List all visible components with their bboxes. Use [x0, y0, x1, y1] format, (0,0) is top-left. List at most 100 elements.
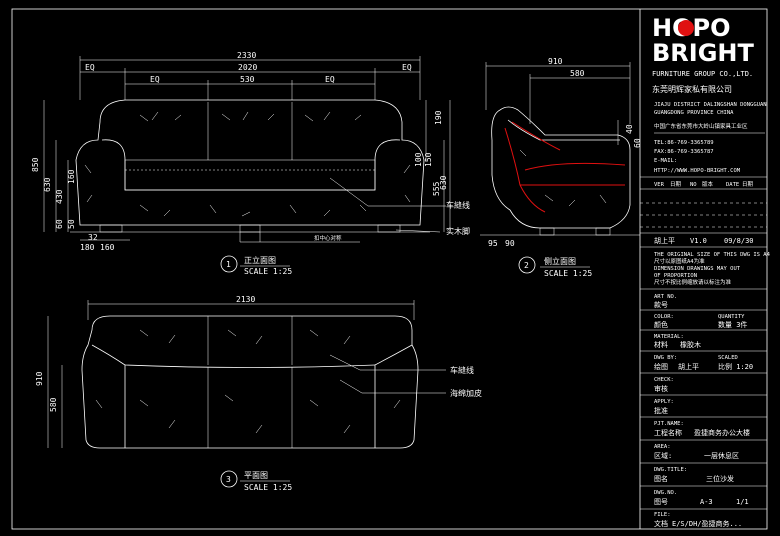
front-elevation-view: 2330 EQ 2020 EQ EQ 530 EQ 850 630 430 16…: [31, 51, 470, 276]
front-seat-cushion: [124, 159, 376, 191]
dim-front-h60: 60: [55, 219, 64, 229]
company-name-cn: 东莞明辉家私有限公司: [652, 84, 732, 94]
company-info: JIAJU DISTRICT DALINGSHAN DONGGUAN GUANG…: [654, 102, 767, 174]
area-name: 一层休息区: [704, 451, 739, 460]
rev-ver: VER: [654, 182, 665, 188]
dim-side-h60: 60: [633, 138, 642, 148]
company-logo: HOPO BRIGHT FURNITURE GROUP CO.,LTD. 东莞明…: [652, 14, 754, 94]
plan-sofa-outline: [81, 315, 419, 449]
rev-date-en: DATE: [726, 182, 739, 188]
dwg-title-value: 图名: [654, 474, 668, 483]
dim-front-w180: 180: [80, 243, 95, 252]
front-leg-right: [377, 224, 401, 233]
project-name: 盈捷商务办公大楼: [694, 428, 750, 437]
dim-front-r190: 190: [434, 110, 443, 125]
drawing-notes: THE ORIGINAL SIZE OF THIS DWG IS A4 尺寸以原…: [640, 252, 771, 290]
front-leg-left: [99, 224, 123, 233]
file-label: FILE:: [654, 512, 671, 518]
dim-front-w160: 160: [100, 243, 115, 252]
rev-no: NO: [690, 182, 697, 188]
quantity-label: QUANTITY: [718, 314, 745, 320]
dim-front-r100: 100: [414, 152, 423, 167]
file-name: E/S/DH/盈捷商务...: [672, 519, 742, 528]
quantity-value: 数量 3件: [718, 320, 747, 329]
dim-front-inner: 2020: [238, 63, 257, 72]
rev-version: V1.0: [690, 237, 707, 245]
dim-front-eq1: EQ: [85, 63, 95, 72]
address-cn: 中国广东省东莞市大岭山镇家具工业区: [654, 122, 748, 130]
scale-value: 比例 1:20: [718, 362, 753, 371]
address-line1: JIAJU DISTRICT DALINGSHAN DONGGUAN: [654, 102, 767, 108]
note-2: 尺寸以原图纸A4为准: [654, 257, 705, 265]
dwg-by-label: DWG BY:: [654, 355, 677, 361]
scale-label: SCALED: [718, 355, 738, 361]
dim-front-h160: 160: [67, 169, 76, 184]
dwg-by-value: 绘图: [654, 362, 668, 371]
dim-front-seat-eq2: EQ: [325, 75, 335, 84]
art-no-value: 款号: [654, 300, 668, 309]
rev-date-cn2: 日期: [742, 181, 754, 188]
dim-front-h430: 430: [55, 189, 64, 204]
dim-side-h40: 40: [625, 124, 634, 134]
dwg-no: A-3: [700, 498, 713, 506]
dim-front-h630: 630: [43, 177, 52, 192]
rev-ver-cn: 版本: [702, 180, 714, 188]
dim-side-h90: 90: [505, 239, 515, 248]
plan-view: 2130 910 580 车縫线 海绵加皮 3 平面图 SCALE 1:25: [35, 295, 482, 492]
dwg-no-value: 图号: [654, 498, 668, 506]
material-detail: 橡胶木: [680, 340, 701, 349]
front-view-scale: SCALE 1:25: [244, 267, 292, 276]
dim-front-w32: 32: [88, 233, 98, 242]
note-5: 尺寸不按比例缩放请以标注为准: [654, 278, 732, 286]
material-value: 材料: [654, 340, 668, 349]
note-4: OF PROPORTION: [654, 273, 697, 279]
address-line2: GUANGDONG PROVINCE CHINA: [654, 110, 734, 116]
side-view-title: 侧立面图: [544, 256, 576, 266]
dim-side-seat: 580: [570, 69, 585, 78]
side-sofa-outline: [491, 106, 631, 229]
dim-front-overall: 2330: [237, 51, 256, 60]
apply-label: APPLY:: [654, 399, 674, 405]
dim-side-h95: 95: [488, 239, 498, 248]
side-elevation-view: 910 580 40 60 95 90 2 侧立面图 SCALE 1:25: [480, 57, 642, 278]
callout-plan-stitch-line: 车縫线: [450, 365, 474, 375]
color-label: COLOR:: [654, 314, 674, 320]
material-label: MATERIAL:: [654, 334, 684, 340]
callout-solid-wood-leg: 实木脚: [446, 226, 470, 236]
check-value: 审核: [654, 384, 668, 393]
dim-front-h50: 50: [67, 219, 76, 229]
logo-tagline: FURNITURE GROUP CO.,LTD.: [652, 70, 753, 78]
front-view-number: 1: [226, 260, 231, 269]
sheet-number: 1/1: [736, 498, 749, 506]
revision-table: VER 日期 NO 版本 DATE 日期 胡上平 V1.0 09/8/30: [640, 176, 767, 248]
tel: TEL:86-769-3365789: [654, 140, 714, 146]
area-label: AREA:: [654, 444, 671, 450]
dim-plan-seat: 580: [49, 397, 58, 412]
dim-front-h850: 850: [31, 157, 40, 172]
note-1: THE ORIGINAL SIZE OF THIS DWG IS A4: [654, 252, 771, 258]
rev-date: 09/8/30: [724, 237, 754, 245]
side-view-number: 2: [524, 261, 529, 270]
website: HTTP://WWW.HOPO-BRIGHT.COM: [654, 168, 741, 174]
color-value: 颜色: [654, 320, 668, 329]
art-no-label: ART NO.: [654, 294, 677, 300]
area-value: 区域:: [654, 451, 672, 460]
dim-front-r630: 630: [439, 175, 448, 190]
dwg-no-label: DWG.NO.: [654, 490, 677, 496]
email: E-MAIL:: [654, 158, 677, 164]
plan-view-number: 3: [226, 475, 231, 484]
logo-brand-line2: BRIGHT: [652, 39, 754, 67]
dim-side-depth: 910: [548, 57, 563, 66]
fax: FAX:86-769-3365787: [654, 149, 714, 155]
front-view-title: 正立面图: [244, 255, 276, 265]
check-label: CHECK:: [654, 377, 674, 383]
project-value: 工程名称: [654, 428, 682, 437]
callout-stitch-line: 车縫线: [446, 200, 470, 210]
title-block: ART NO. 款号 COLOR: QUANTITY 颜色 数量 3件 MATE…: [640, 294, 767, 528]
dwg-title-name: 三位沙发: [706, 474, 734, 483]
dim-front-seat-eq1: EQ: [150, 75, 160, 84]
plan-view-title: 平面图: [244, 471, 268, 480]
callout-center-symmetry: 扣中心对称: [314, 234, 342, 242]
dim-front-r150: 150: [424, 152, 433, 167]
apply-value: 批准: [654, 406, 668, 415]
